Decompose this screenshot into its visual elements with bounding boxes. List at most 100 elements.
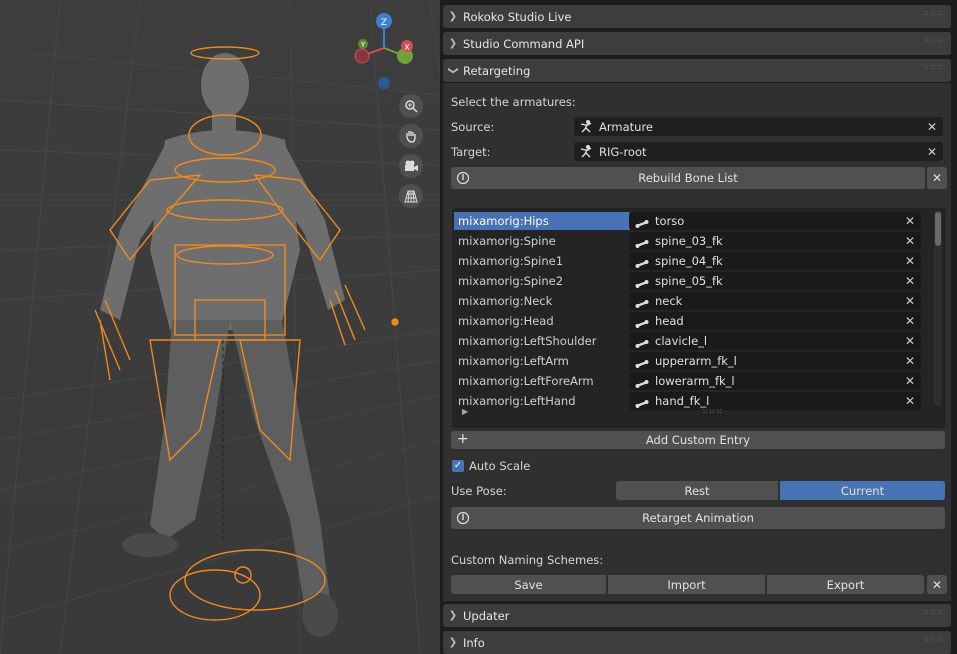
clear-target-bone-icon[interactable]: ✕ bbox=[905, 232, 915, 250]
clear-target-bone-icon[interactable]: ✕ bbox=[905, 372, 915, 390]
properties-sidebar: ❯ Rokoko Studio Live ⁙⁙⁙ ❯ Studio Comman… bbox=[440, 0, 957, 654]
bone-mapping-row[interactable]: mixamorig:Hips torso ✕ bbox=[454, 212, 934, 232]
select-armatures-label: Select the armatures: bbox=[451, 95, 576, 109]
neg-x-icon[interactable] bbox=[354, 48, 370, 64]
pan-hand-icon[interactable] bbox=[399, 124, 423, 148]
clear-target-bone-icon[interactable]: ✕ bbox=[905, 352, 915, 370]
target-label: Target: bbox=[451, 145, 491, 159]
source-bone-name[interactable]: mixamorig:Head bbox=[454, 312, 630, 330]
chevron-down-icon: ❯ bbox=[447, 66, 459, 75]
target-value: RIG-root bbox=[599, 144, 647, 159]
source-bone-name[interactable]: mixamorig:Spine bbox=[454, 232, 630, 250]
source-bone-name[interactable]: mixamorig:LeftArm bbox=[454, 352, 630, 370]
bone-mapping-row[interactable]: mixamorig:Spine2 spine_05_fk ✕ bbox=[454, 272, 934, 292]
target-bone-field[interactable]: spine_03_fk ✕ bbox=[629, 232, 921, 250]
auto-scale-checkbox[interactable]: ✓ bbox=[452, 460, 464, 472]
clear-target-bone-icon[interactable]: ✕ bbox=[905, 332, 915, 350]
bone-mapping-list[interactable]: mixamorig:Hips torso ✕ mixamorig:Spine spine… bbox=[452, 208, 946, 428]
clear-target-bone-icon[interactable]: ✕ bbox=[905, 212, 915, 230]
target-bone-field[interactable]: spine_04_fk ✕ bbox=[629, 252, 921, 270]
source-bone-name[interactable]: mixamorig:LeftShoulder bbox=[454, 332, 630, 350]
neg-z-icon[interactable] bbox=[378, 77, 390, 89]
navigation-gizmo[interactable]: Z X Y bbox=[350, 10, 420, 90]
pose-current-option[interactable]: Current bbox=[780, 481, 945, 500]
clear-target-bone-icon[interactable]: ✕ bbox=[905, 312, 915, 330]
drag-grip-icon[interactable]: ⁙⁙⁙ bbox=[923, 609, 943, 617]
drag-grip-icon[interactable]: ⁙⁙⁙ bbox=[923, 10, 943, 18]
target-bone-field[interactable]: neck ✕ bbox=[629, 292, 921, 310]
import-naming-button[interactable]: Import bbox=[608, 575, 765, 594]
x-axis-label: X bbox=[404, 43, 410, 52]
target-bone-name: clavicle_l bbox=[655, 334, 708, 348]
clear-naming-button[interactable]: ✕ bbox=[927, 575, 947, 594]
clear-target-bone-icon[interactable]: ✕ bbox=[905, 272, 915, 290]
target-bone-name: spine_04_fk bbox=[655, 254, 723, 268]
clear-target-bone-icon[interactable]: ✕ bbox=[905, 252, 915, 270]
source-bone-name[interactable]: mixamorig:Spine1 bbox=[454, 252, 630, 270]
source-armature-field[interactable]: Armature ✕ bbox=[574, 117, 943, 136]
source-bone-name[interactable]: mixamorig:LeftHand bbox=[454, 392, 630, 410]
panel-info[interactable]: ❯ Info ⁙⁙⁙ bbox=[443, 631, 951, 654]
retargeting-panel-body: Select the armatures: Source: Armature ✕… bbox=[443, 83, 951, 601]
bone-mapping-row[interactable]: mixamorig:LeftArm upperarm_fk_l ✕ bbox=[454, 352, 934, 372]
bone-mapping-row[interactable]: mixamorig:LeftShoulder clavicle_l ✕ bbox=[454, 332, 934, 352]
auto-scale-label: Auto Scale bbox=[469, 459, 531, 473]
list-scrollbar[interactable] bbox=[934, 210, 942, 406]
target-bone-field[interactable]: hand_fk_l ✕ bbox=[629, 392, 921, 410]
zoom-icon[interactable] bbox=[399, 94, 423, 118]
camera-icon[interactable] bbox=[399, 154, 423, 178]
chevron-right-icon: ❯ bbox=[448, 38, 458, 49]
panel-studio-command-api[interactable]: ❯ Studio Command API ⁙⁙⁙ bbox=[443, 32, 951, 55]
clear-source-icon[interactable]: ✕ bbox=[927, 120, 937, 134]
source-bone-name[interactable]: mixamorig:Neck bbox=[454, 292, 630, 310]
panel-title: Updater bbox=[463, 608, 510, 623]
target-bone-field[interactable]: upperarm_fk_l ✕ bbox=[629, 352, 921, 370]
bone-mapping-row[interactable]: mixamorig:LeftForeArm lowerarm_fk_l ✕ bbox=[454, 372, 934, 392]
3d-viewport[interactable]: Z X Y bbox=[0, 0, 440, 654]
source-bone-name[interactable]: mixamorig:Spine2 bbox=[454, 272, 630, 290]
clear-bone-list-button[interactable]: ✕ bbox=[927, 167, 947, 189]
target-bone-field[interactable]: head ✕ bbox=[629, 312, 921, 330]
add-custom-entry-label: Add Custom Entry bbox=[645, 433, 751, 447]
panel-retargeting[interactable]: ❯ Retargeting ⁙⁙⁙ bbox=[443, 59, 951, 82]
resize-grip-icon[interactable]: ⁙⁙⁙ bbox=[702, 407, 722, 416]
target-bone-field[interactable]: spine_05_fk ✕ bbox=[629, 272, 921, 290]
add-custom-entry-button[interactable]: + Add Custom Entry bbox=[451, 431, 945, 449]
bone-mapping-row[interactable]: mixamorig:Spine spine_03_fk ✕ bbox=[454, 232, 934, 252]
chevron-right-icon: ❯ bbox=[448, 11, 458, 22]
clear-target-bone-icon[interactable]: ✕ bbox=[905, 392, 915, 410]
drag-grip-icon[interactable]: ⁙⁙⁙ bbox=[923, 64, 943, 72]
panel-title: Info bbox=[463, 635, 485, 650]
bone-mapping-row[interactable]: mixamorig:Head head ✕ bbox=[454, 312, 934, 332]
target-armature-field[interactable]: RIG-root ✕ bbox=[574, 142, 943, 161]
target-bone-name: head bbox=[655, 314, 684, 328]
expand-triangle-icon[interactable]: ▶ bbox=[462, 407, 468, 416]
source-bone-name[interactable]: mixamorig:Hips bbox=[454, 212, 630, 230]
panel-rokoko-studio-live[interactable]: ❯ Rokoko Studio Live ⁙⁙⁙ bbox=[443, 5, 951, 28]
save-naming-button[interactable]: Save bbox=[451, 575, 606, 594]
retarget-button-label: Retarget Animation bbox=[642, 511, 754, 525]
armature-icon bbox=[579, 119, 593, 136]
pose-rest-option[interactable]: Rest bbox=[616, 481, 778, 500]
panel-title: Studio Command API bbox=[463, 36, 585, 51]
source-value: Armature bbox=[599, 119, 653, 134]
drag-grip-icon[interactable]: ⁙⁙⁙ bbox=[923, 37, 943, 45]
use-pose-label: Use Pose: bbox=[451, 484, 507, 498]
bone-mapping-row[interactable]: mixamorig:LeftHand hand_fk_l ✕ bbox=[454, 392, 934, 412]
export-naming-button[interactable]: Export bbox=[767, 575, 924, 594]
target-bone-field[interactable]: torso ✕ bbox=[629, 212, 921, 230]
retarget-animation-button[interactable]: Retarget Animation bbox=[451, 507, 945, 529]
bone-mapping-row[interactable]: mixamorig:Spine1 spine_04_fk ✕ bbox=[454, 252, 934, 272]
clear-target-icon[interactable]: ✕ bbox=[927, 145, 937, 159]
grid-perspective-icon[interactable] bbox=[399, 184, 423, 208]
viewport-scene bbox=[0, 0, 440, 654]
rebuild-bone-list-button[interactable]: Rebuild Bone List bbox=[451, 167, 925, 189]
source-bone-name[interactable]: mixamorig:LeftForeArm bbox=[454, 372, 630, 390]
bone-mapping-row[interactable]: mixamorig:Neck neck ✕ bbox=[454, 292, 934, 312]
chevron-right-icon: ❯ bbox=[448, 610, 458, 621]
clear-target-bone-icon[interactable]: ✕ bbox=[905, 292, 915, 310]
target-bone-field[interactable]: lowerarm_fk_l ✕ bbox=[629, 372, 921, 390]
panel-updater[interactable]: ❯ Updater ⁙⁙⁙ bbox=[443, 604, 951, 627]
drag-grip-icon[interactable]: ⁙⁙⁙ bbox=[923, 636, 943, 644]
target-bone-field[interactable]: clavicle_l ✕ bbox=[629, 332, 921, 350]
